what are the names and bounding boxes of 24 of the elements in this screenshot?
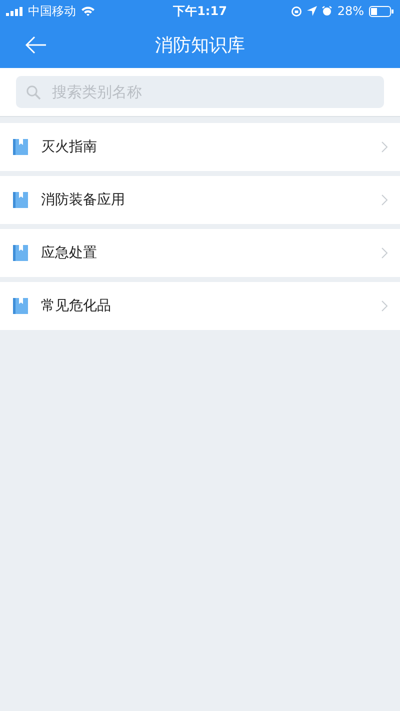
status-time: 下午1:17 [173,2,227,20]
chevron-right-icon [381,141,388,153]
book-icon [13,298,28,314]
back-arrow-icon[interactable] [25,36,47,54]
category-item[interactable]: 应急处置 [0,229,400,277]
chevron-right-icon [381,300,388,312]
battery-icon [369,6,394,16]
book-icon [13,245,28,261]
alarm-icon [322,6,332,16]
chevron-right-icon [381,194,388,206]
book-icon [13,192,28,208]
rotation-lock-icon [291,6,302,16]
wifi-icon [81,6,95,16]
category-item[interactable]: 常见危化品 [0,282,400,330]
location-icon [307,6,318,16]
battery-percent: 28% [337,4,364,18]
search-icon [26,85,41,100]
category-item[interactable]: 灭火指南 [0,123,400,171]
category-item[interactable]: 消防装备应用 [0,176,400,224]
carrier-name: 中国移动 [28,2,76,20]
signal-icon [6,6,23,16]
book-icon [13,139,28,155]
chevron-right-icon [381,247,388,259]
page-title: 消防知识库 [155,34,245,57]
